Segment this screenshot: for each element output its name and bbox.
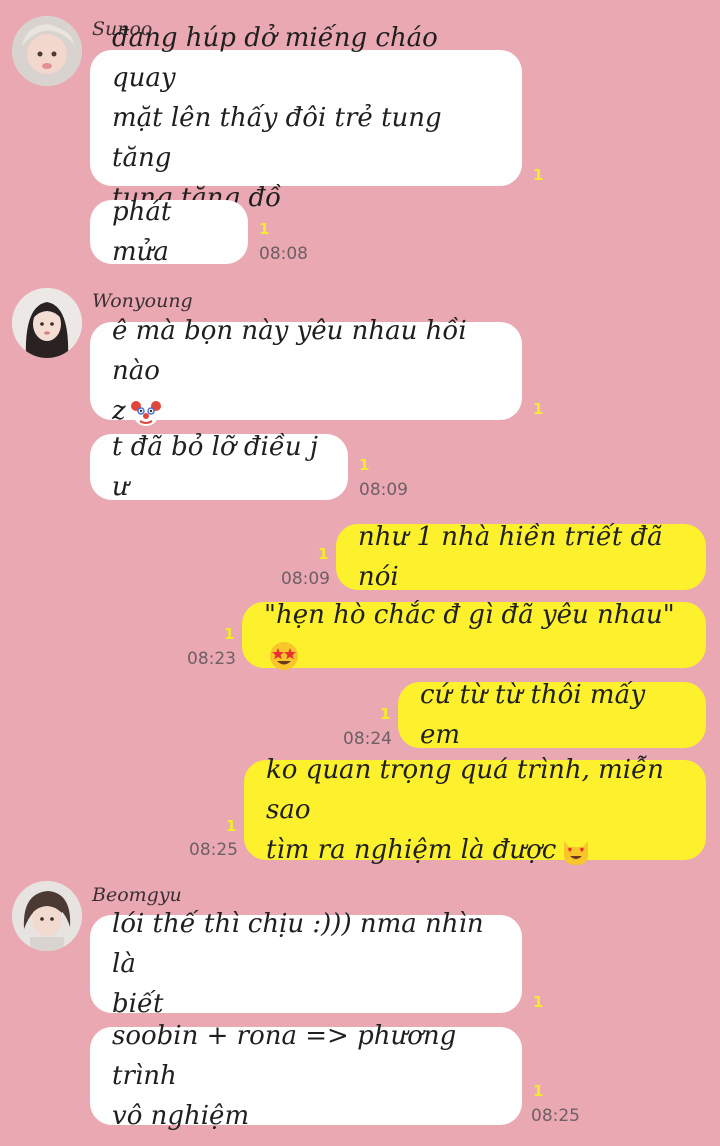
message-text: cứ từ từ thôi mấy em <box>420 680 646 750</box>
avatar-sunoo[interactable] <box>12 16 82 86</box>
read-count: 1 <box>359 456 370 474</box>
message-time: 08:08 <box>259 244 308 264</box>
sender-name: Wonyoung <box>92 290 193 312</box>
read-count: 1 <box>533 400 544 418</box>
message-text: đang húp dở miếng cháo quay mặt lên thấy… <box>112 23 442 213</box>
message-time: 08:25 <box>531 1106 580 1126</box>
read-count: 1 <box>318 545 329 563</box>
read-count: 1 <box>226 817 237 835</box>
message-text: soobin + rona => phương trình vô nghiệm <box>112 1021 457 1131</box>
message-text: lói thế thì chịu :))) nma nhìn là biết <box>112 909 484 1019</box>
message-bubble[interactable]: đang húp dở miếng cháo quay mặt lên thấy… <box>90 23 522 213</box>
star-struck-icon <box>270 642 298 670</box>
read-count: 1 <box>224 625 235 643</box>
message-time: 08:23 <box>187 649 236 669</box>
sender-name: Beomgyu <box>92 884 182 906</box>
read-count: 1 <box>533 1082 544 1100</box>
message-bubble-outgoing[interactable]: "hẹn hò chắc đ gì đã yêu nhau" <box>242 600 706 670</box>
message-time: 08:09 <box>281 569 330 589</box>
message-bubble-outgoing[interactable]: như 1 nhà hiền triết đã nói <box>336 522 706 592</box>
message-text: ê mà bọn này yêu nhau hồi nào z <box>112 316 467 426</box>
message-text: ko quan trọng quá trình, miễn sao tìm ra… <box>266 755 664 865</box>
avatar-image <box>12 881 82 951</box>
message-bubble[interactable]: phát mửa <box>90 197 248 267</box>
avatar-wonyoung[interactable] <box>12 288 82 358</box>
avatar-image <box>12 16 82 86</box>
message-bubble[interactable]: t đã bỏ lỡ điều j ư <box>90 432 348 502</box>
read-count: 1 <box>259 220 270 238</box>
message-time: 08:09 <box>359 480 408 500</box>
avatar-beomgyu[interactable] <box>12 881 82 951</box>
read-count: 1 <box>533 166 544 184</box>
message-bubble[interactable]: soobin + rona => phương trình vô nghiệm <box>90 1021 522 1131</box>
clown-face-icon <box>130 400 161 426</box>
message-bubble[interactable]: ê mà bọn này yêu nhau hồi nào z <box>90 316 522 426</box>
heart-eyes-cat-icon <box>564 841 589 865</box>
message-text: "hẹn hò chắc đ gì đã yêu nhau" <box>264 595 684 675</box>
read-count: 1 <box>533 993 544 1011</box>
avatar-image <box>12 288 82 358</box>
read-count: 1 <box>380 705 391 723</box>
message-time: 08:25 <box>189 840 238 860</box>
message-text: như 1 nhà hiền triết đã nói <box>358 522 663 592</box>
message-bubble-outgoing[interactable]: cứ từ từ thôi mấy em <box>398 680 706 750</box>
message-text: t đã bỏ lỡ điều j ư <box>112 432 318 502</box>
message-time: 08:24 <box>343 729 392 749</box>
message-bubble[interactable]: lói thế thì chịu :))) nma nhìn là biết <box>90 909 522 1019</box>
message-bubble-outgoing[interactable]: ko quan trọng quá trình, miễn sao tìm ra… <box>244 755 706 865</box>
message-text: phát mửa <box>112 197 172 267</box>
